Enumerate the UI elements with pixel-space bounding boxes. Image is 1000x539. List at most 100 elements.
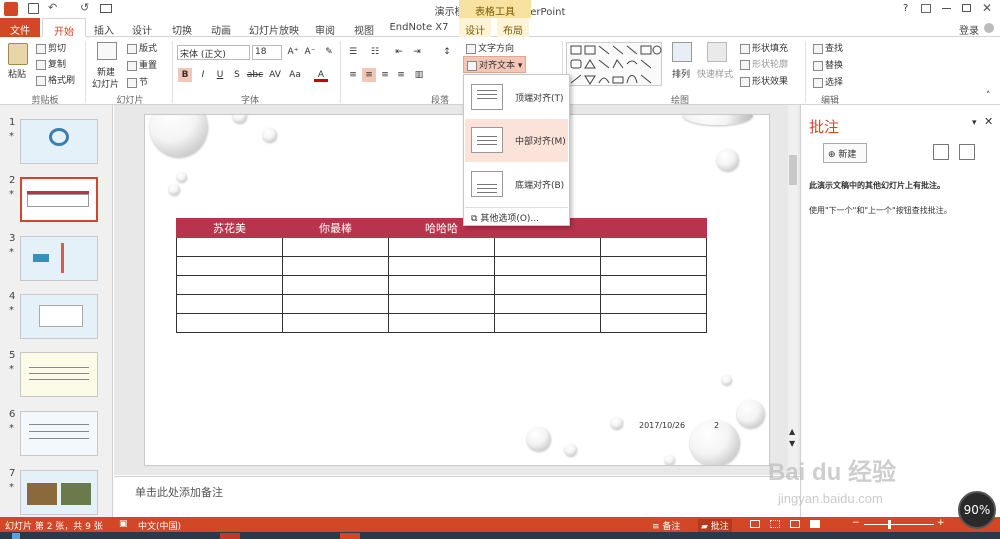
table-cell[interactable] — [176, 313, 283, 333]
text-direction-button[interactable]: 文字方向 — [466, 41, 514, 54]
align-left-icon[interactable]: ≡ — [346, 68, 360, 82]
zoom-out-icon[interactable]: − — [852, 518, 860, 528]
paste-icon[interactable] — [8, 43, 28, 65]
zoom-level-badge[interactable]: 90% — [958, 491, 996, 529]
notes-toggle[interactable]: ≡ 备注 — [652, 519, 680, 532]
slide-table[interactable]: 苏花美 你最棒 哈哈哈 — [176, 218, 707, 333]
align-text-button[interactable]: 对齐文本 ▾ — [463, 56, 527, 73]
align-right-icon[interactable]: ≡ — [378, 68, 392, 82]
table-header-cell[interactable]: 你最棒 — [282, 218, 389, 238]
table-cell[interactable] — [600, 237, 707, 257]
table-cell[interactable] — [600, 294, 707, 314]
text-shadow-button[interactable]: abc — [245, 68, 265, 82]
taskbar-app-icon[interactable] — [340, 533, 360, 539]
taskbar-app-icon[interactable] — [220, 533, 240, 539]
minimize-icon[interactable] — [942, 8, 951, 9]
ribbon-display-icon[interactable] — [921, 4, 931, 13]
increase-indent-icon[interactable]: ⇥ — [410, 45, 424, 59]
panel-options-icon[interactable]: ▾ — [972, 118, 977, 128]
table-cell[interactable] — [176, 237, 283, 257]
table-cell[interactable] — [282, 313, 389, 333]
table-cell[interactable] — [388, 275, 495, 295]
table-cell[interactable] — [600, 256, 707, 276]
table-cell[interactable] — [388, 294, 495, 314]
notes-placeholder[interactable]: 单击此处添加备注 — [135, 484, 223, 500]
tab-table-design[interactable]: 设计 — [459, 18, 491, 37]
font-name-combo[interactable]: 宋体 (正文) — [177, 45, 250, 60]
table-cell[interactable] — [600, 313, 707, 333]
font-size-combo[interactable]: 18 — [252, 45, 282, 60]
bullets-icon[interactable]: ☰ — [346, 45, 360, 59]
reset-button[interactable]: 重置 — [127, 58, 157, 71]
slideshow-view-icon[interactable] — [810, 520, 820, 528]
sorter-view-icon[interactable] — [770, 520, 780, 528]
new-slide-icon[interactable] — [97, 42, 117, 60]
tab-slideshow[interactable]: 幻灯片放映 — [247, 18, 301, 37]
table-cell[interactable] — [282, 275, 389, 295]
maximize-icon[interactable] — [962, 4, 971, 12]
table-cell[interactable] — [494, 256, 601, 276]
next-slide-icon[interactable]: ▼ — [789, 439, 795, 448]
line-spacing-icon[interactable]: ↕ — [440, 45, 454, 59]
new-slide-label-2[interactable]: 幻灯片 — [92, 77, 119, 90]
editor-scrollbar[interactable]: ▲ ▼ — [788, 105, 798, 475]
section-button[interactable]: 节 — [127, 75, 148, 88]
clear-format-icon[interactable]: ✎ — [322, 45, 336, 59]
table-cell[interactable] — [282, 237, 389, 257]
underline-button[interactable]: U — [213, 68, 227, 82]
cut-button[interactable]: 剪切 — [36, 41, 66, 54]
quick-styles-icon[interactable] — [707, 42, 727, 62]
columns-icon[interactable]: ▥ — [412, 68, 426, 82]
tab-design[interactable]: 设计 — [126, 18, 158, 37]
arrange-button[interactable]: 排列 — [672, 67, 690, 80]
replace-button[interactable]: 替换 — [813, 58, 843, 71]
table-cell[interactable] — [388, 256, 495, 276]
language-status[interactable]: 中文(中国) — [138, 519, 181, 532]
tab-endnote[interactable]: EndNote X7 — [388, 18, 450, 37]
slide-count-status[interactable]: 幻灯片 第 2 张，共 9 张 — [5, 519, 103, 532]
quick-styles-button[interactable]: 快速样式 — [697, 67, 733, 80]
table-cell[interactable] — [600, 275, 707, 295]
reading-view-icon[interactable] — [790, 520, 800, 528]
shape-effects-button[interactable]: 形状效果 — [740, 74, 788, 87]
table-cell[interactable] — [494, 294, 601, 314]
close-panel-icon[interactable]: ✕ — [984, 115, 993, 128]
shape-outline-button[interactable]: 形状轮廓 — [740, 57, 788, 70]
tab-view[interactable]: 视图 — [348, 18, 380, 37]
previous-comment-icon[interactable] — [933, 144, 949, 160]
avatar[interactable] — [984, 23, 994, 33]
arrange-icon[interactable] — [672, 42, 692, 62]
justify-icon[interactable]: ≡ — [394, 68, 408, 82]
start-icon[interactable] — [12, 533, 20, 539]
next-comment-icon[interactable] — [959, 144, 975, 160]
tab-animations[interactable]: 动画 — [205, 18, 237, 37]
slide-thumbnail-1[interactable] — [20, 119, 98, 164]
table-header-cell[interactable] — [600, 218, 707, 238]
font-color-button[interactable]: A — [314, 68, 328, 82]
zoom-slider-thumb[interactable] — [888, 520, 891, 529]
table-cell[interactable] — [176, 256, 283, 276]
slide-thumbnail-6[interactable] — [20, 411, 98, 456]
table-cell[interactable] — [282, 256, 389, 276]
comments-scrollbar[interactable] — [986, 135, 996, 515]
slide-thumbnail-7[interactable] — [20, 470, 98, 515]
table-header-cell[interactable]: 苏花美 — [176, 218, 283, 238]
zoom-in-icon[interactable]: + — [937, 518, 945, 528]
slide-thumbnail-5[interactable] — [20, 352, 98, 397]
collapse-ribbon-icon[interactable]: ˄ — [986, 91, 991, 101]
numbering-icon[interactable]: ☷ — [368, 45, 382, 59]
italic-button[interactable]: I — [196, 68, 210, 82]
shapes-gallery[interactable] — [566, 42, 662, 86]
login-link[interactable]: 登录 — [954, 18, 984, 37]
strikethrough-button[interactable]: S — [230, 68, 244, 82]
char-spacing-button[interactable]: AV — [266, 68, 284, 82]
close-icon[interactable]: ✕ — [982, 1, 992, 15]
table-cell[interactable] — [176, 275, 283, 295]
zoom-slider[interactable] — [864, 524, 934, 525]
select-button[interactable]: 选择 — [813, 75, 843, 88]
table-cell[interactable] — [388, 313, 495, 333]
more-options-item[interactable]: ⧉ 其他选项(O)... — [465, 209, 568, 225]
notes-pane[interactable]: 单击此处添加备注 — [114, 476, 800, 517]
align-bottom-item[interactable]: 底端对齐(B) — [465, 163, 568, 206]
table-cell[interactable] — [494, 237, 601, 257]
